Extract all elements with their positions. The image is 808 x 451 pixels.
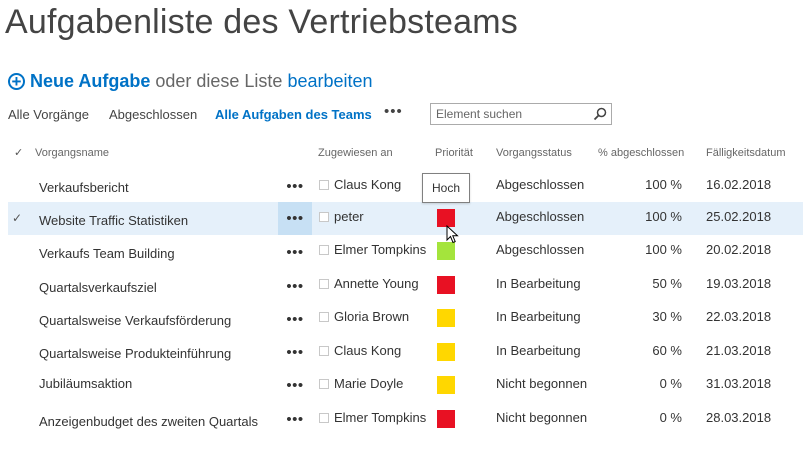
percent-complete: 50 % (652, 276, 682, 291)
due-date: 19.03.2018 (706, 276, 772, 291)
new-task-link[interactable]: Neue Aufgabe (30, 71, 150, 92)
task-status: In Bearbeitung (496, 343, 581, 358)
search-box (430, 103, 612, 125)
item-menu-button[interactable]: ••• (278, 303, 312, 336)
edit-list-link[interactable]: bearbeiten (287, 71, 372, 92)
col-name[interactable]: Vorgangsname (35, 147, 109, 159)
add-icon[interactable]: + (8, 73, 25, 90)
task-status: Abgeschlossen (496, 242, 585, 257)
assign-checkbox[interactable] (319, 212, 329, 222)
due-date: 21.03.2018 (706, 343, 772, 358)
assignee-name[interactable]: peter (334, 209, 364, 224)
table-row[interactable]: ✓ Website Traffic Statistiken ••• peter Abge… (8, 202, 803, 235)
table-row[interactable]: Quartalsweise Produkteinführung ••• Claus … (8, 336, 803, 369)
assignee-name[interactable]: Annette Young (334, 276, 419, 291)
priority-indicator (437, 410, 455, 428)
tab-completed[interactable]: Abgeschlossen (109, 107, 197, 122)
due-date: 22.03.2018 (706, 309, 772, 324)
due-date: 28.03.2018 (706, 410, 772, 425)
select-all-check[interactable]: ✓ (14, 146, 23, 159)
table-row[interactable]: Quartalsweise Verkaufsförderung ••• Gloria… (8, 303, 803, 336)
priority-indicator (437, 309, 455, 327)
tab-all-tasks[interactable]: Alle Vorgänge (8, 107, 89, 122)
task-status: Nicht begonnen (496, 410, 588, 425)
assign-checkbox[interactable] (319, 346, 329, 356)
percent-complete: 0 % (659, 376, 682, 391)
item-menu-button[interactable]: ••• (278, 202, 312, 235)
list-header: ✓ Vorgangsname Zugewiesen an Priorität V… (0, 147, 808, 163)
due-date: 25.02.2018 (706, 209, 772, 224)
priority-indicator (437, 276, 455, 294)
task-status: Nicht begonnen (496, 376, 588, 391)
more-views-button[interactable]: ••• (384, 103, 403, 120)
table-row[interactable]: Quartalsverkaufsziel ••• Annette Young In B… (8, 270, 803, 303)
assign-checkbox[interactable] (319, 413, 329, 423)
task-name[interactable]: Website Traffic Statistiken (39, 213, 188, 228)
mouse-cursor-icon (446, 225, 459, 244)
table-row[interactable]: Anzeigenbudget des zweiten Quartals ••• El… (8, 403, 803, 436)
percent-complete: 100 % (645, 242, 682, 257)
task-name[interactable]: Jubiläumsaktion (39, 376, 132, 391)
item-menu-button[interactable]: ••• (278, 270, 312, 303)
percent-complete: 0 % (659, 410, 682, 425)
task-name[interactable]: Verkaufsbericht (39, 180, 129, 195)
assignee-name[interactable]: Elmer Tompkins (334, 410, 426, 425)
task-status: Abgeschlossen (496, 209, 585, 224)
task-name[interactable]: Anzeigenbudget des zweiten Quartals (39, 414, 258, 429)
row-check[interactable]: ✓ (12, 211, 22, 225)
percent-complete: 30 % (652, 309, 682, 324)
assignee-name[interactable]: Marie Doyle (334, 376, 403, 391)
task-name[interactable]: Quartalsweise Produkteinführung (39, 346, 231, 361)
assign-checkbox[interactable] (319, 245, 329, 255)
col-assigned[interactable]: Zugewiesen an (318, 147, 393, 159)
page-title: Aufgabenliste des Vertriebsteams (5, 3, 518, 41)
new-task-bar: + Neue Aufgabe oder diese Liste bearbeit… (8, 71, 373, 92)
priority-tooltip: Hoch (422, 173, 470, 203)
assignee-name[interactable]: Gloria Brown (334, 309, 409, 324)
task-status: In Bearbeitung (496, 276, 581, 291)
task-status: In Bearbeitung (496, 309, 581, 324)
percent-complete: 100 % (645, 177, 682, 192)
task-name[interactable]: Verkaufs Team Building (39, 246, 175, 261)
or-text: oder diese Liste (155, 71, 283, 91)
table-row[interactable]: Jubiläumsaktion ••• Marie Doyle Nicht begon… (8, 369, 803, 402)
tab-team-tasks[interactable]: Alle Aufgaben des Teams (215, 107, 372, 122)
assignee-name[interactable]: Claus Kong (334, 343, 401, 358)
assign-checkbox[interactable] (319, 379, 329, 389)
percent-complete: 100 % (645, 209, 682, 224)
due-date: 16.02.2018 (706, 177, 772, 192)
search-input[interactable] (436, 105, 586, 123)
col-percent[interactable]: % abgeschlossen (598, 147, 684, 159)
item-menu-button[interactable]: ••• (278, 236, 312, 269)
item-menu-button[interactable]: ••• (278, 369, 312, 402)
col-priority[interactable]: Priorität (435, 147, 473, 159)
task-name[interactable]: Quartalsweise Verkaufsförderung (39, 313, 231, 328)
item-menu-button[interactable]: ••• (278, 170, 312, 203)
col-status[interactable]: Vorgangsstatus (496, 147, 572, 159)
assignee-name[interactable]: Elmer Tompkins (334, 242, 426, 257)
item-menu-button[interactable]: ••• (278, 403, 312, 436)
assign-checkbox[interactable] (319, 279, 329, 289)
table-row[interactable]: Verkaufs Team Building ••• Elmer Tompkins A… (8, 236, 803, 269)
priority-indicator (437, 343, 455, 361)
table-row[interactable]: Verkaufsbericht ••• Claus Kong Abgeschlosse… (8, 170, 803, 203)
priority-indicator (437, 376, 455, 394)
task-status: Abgeschlossen (496, 177, 585, 192)
assign-checkbox[interactable] (319, 180, 329, 190)
col-due[interactable]: Fälligkeitsdatum (706, 147, 785, 159)
search-icon[interactable] (593, 107, 607, 121)
assignee-name[interactable]: Claus Kong (334, 177, 401, 192)
due-date: 20.02.2018 (706, 242, 772, 257)
item-menu-button[interactable]: ••• (278, 336, 312, 369)
due-date: 31.03.2018 (706, 376, 772, 391)
task-name[interactable]: Quartalsverkaufsziel (39, 280, 157, 295)
percent-complete: 60 % (652, 343, 682, 358)
assign-checkbox[interactable] (319, 312, 329, 322)
